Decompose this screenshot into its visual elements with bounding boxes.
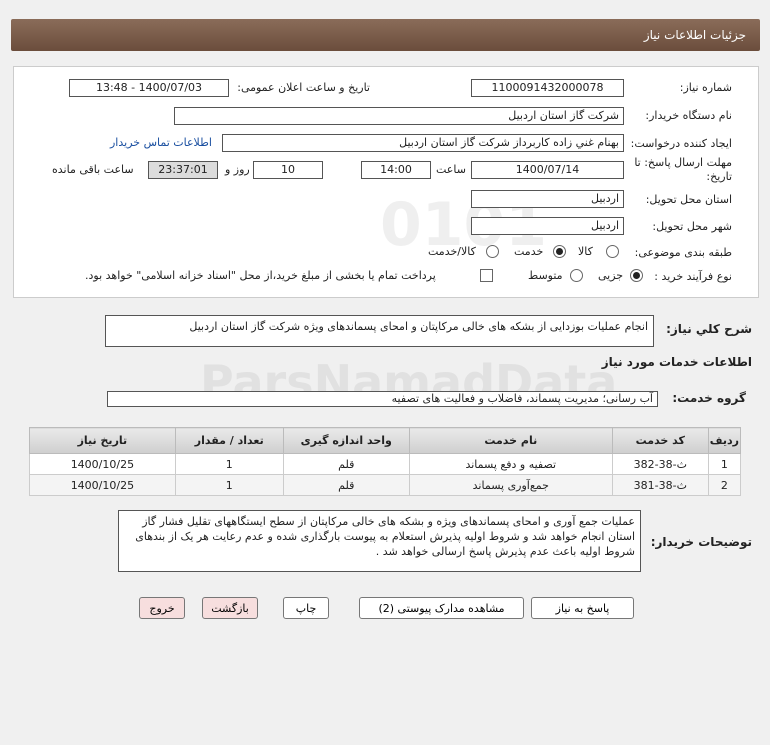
treasury-payment-checkbox[interactable] — [480, 269, 493, 282]
process-label: نوع فرآیند خرید : — [654, 270, 732, 283]
services-table-header: ردیف کد خدمت نام خدمت واحد اندازه گیری ت… — [29, 427, 742, 454]
deadline-time-label: ساعت — [436, 163, 466, 176]
days-remaining-field: 10 — [253, 161, 323, 179]
services-section-title: اطلاعات خدمات مورد نیاز — [601, 355, 752, 369]
cell-quantity: 1 — [174, 453, 284, 475]
page-title-bar: جزئیات اطلاعات نیاز — [11, 19, 760, 51]
category-service-radio[interactable] — [553, 245, 566, 258]
category-service-label: خدمت — [514, 245, 544, 258]
page-title: جزئیات اطلاعات نیاز — [643, 28, 746, 42]
cell-unit: قلم — [282, 474, 410, 496]
view-attachments-button[interactable]: مشاهده مدارک پیوستی (2) — [359, 597, 524, 619]
col-unit: واحد اندازه گیری — [282, 427, 410, 454]
cell-unit: قلم — [282, 453, 410, 475]
service-group-label: گروه خدمت: — [672, 391, 746, 405]
summary-label: شرح کلي نياز: — [666, 322, 752, 336]
buyer-label: نام دستگاه خریدار: — [645, 109, 732, 122]
remaining-time-field: 23:37:01 — [148, 161, 218, 179]
table-row: 2 ث-38-381 جمع‌آوری پسماند قلم 1 1400/10… — [29, 474, 742, 496]
exit-button[interactable]: خروج — [139, 597, 185, 619]
remaining-time-label: ساعت باقی مانده — [52, 163, 134, 176]
col-row: ردیف — [707, 427, 742, 454]
service-group-field: آب رسانی؛ مدیریت پسماند، فاضلاب و فعالیت… — [107, 391, 658, 407]
back-button[interactable]: بازگشت — [202, 597, 258, 619]
city-field: اردبیل — [471, 217, 624, 235]
province-field: اردبیل — [471, 190, 624, 208]
cell-need-date: 1400/10/25 — [29, 474, 176, 496]
deadline-date-field: 1400/07/14 — [471, 161, 624, 179]
announce-datetime-field: 1400/07/03 - 13:48 — [69, 79, 229, 97]
need-number-field: 1100091432000078 — [471, 79, 624, 97]
cell-row: 1 — [707, 453, 742, 475]
col-need-date: تاریخ نیاز — [29, 427, 176, 454]
creator-field: بهنام غني زاده کاربرداز شرکت گاز استان ا… — [222, 134, 624, 152]
deadline-time-field: 14:00 — [361, 161, 431, 179]
process-medium-label: متوسط — [528, 269, 563, 282]
services-table: ردیف کد خدمت نام خدمت واحد اندازه گیری ت… — [29, 427, 742, 496]
category-goods-label: کالا — [578, 245, 593, 258]
creator-label: ایجاد کننده درخواست: — [630, 137, 732, 150]
print-button[interactable]: چاپ — [283, 597, 329, 619]
table-row: 1 ث-38-382 تصفیه و دفع پسماند قلم 1 1400… — [29, 453, 742, 475]
process-medium-radio[interactable] — [570, 269, 583, 282]
process-minor-label: جزیی — [598, 269, 624, 282]
announce-label: تاریخ و ساعت اعلان عمومی: — [237, 81, 370, 94]
cell-service-code: ث-38-381 — [611, 474, 709, 496]
category-label: طبقه بندی موضوعی: — [634, 246, 732, 259]
treasury-payment-note: پرداخت تمام یا بخشی از مبلغ خرید،از محل … — [85, 269, 436, 282]
buyer-contact-link[interactable]: اطلاعات تماس خریدار — [110, 136, 212, 149]
category-goods-service-label: کالا/خدمت — [428, 245, 476, 258]
cell-need-date: 1400/10/25 — [29, 453, 176, 475]
reply-button[interactable]: پاسخ به نیاز — [531, 597, 634, 619]
process-minor-radio[interactable] — [630, 269, 643, 282]
col-service-code: کد خدمت — [611, 427, 709, 454]
need-number-label: شماره نیاز: — [679, 81, 732, 94]
city-label: شهر محل تحویل: — [652, 220, 732, 233]
cell-service-name: تصفیه و دفع پسماند — [408, 453, 613, 475]
category-goods-service-radio[interactable] — [486, 245, 499, 258]
province-label: استان محل تحویل: — [645, 193, 732, 206]
summary-field: انجام عملیات بوزدایی از بشکه های خالی مر… — [105, 315, 654, 347]
buyer-field: شرکت گاز استان اردبیل — [174, 107, 624, 125]
cell-service-code: ث-38-382 — [611, 453, 709, 475]
col-service-name: نام خدمت — [408, 427, 613, 454]
col-quantity: تعداد / مقدار — [174, 427, 284, 454]
cell-service-name: جمع‌آوری پسماند — [408, 474, 613, 496]
buyer-notes-label: توضیحات خریدار: — [650, 535, 752, 549]
category-goods-radio[interactable] — [606, 245, 619, 258]
cell-row: 2 — [707, 474, 742, 496]
cell-quantity: 1 — [174, 474, 284, 496]
buyer-notes-field: عملیات جمع آوری و امحای پسماندهای ویژه و… — [118, 510, 641, 572]
deadline-label: مهلت ارسال پاسخ: تا تاریخ: — [634, 156, 732, 183]
days-label: روز و — [225, 163, 250, 176]
